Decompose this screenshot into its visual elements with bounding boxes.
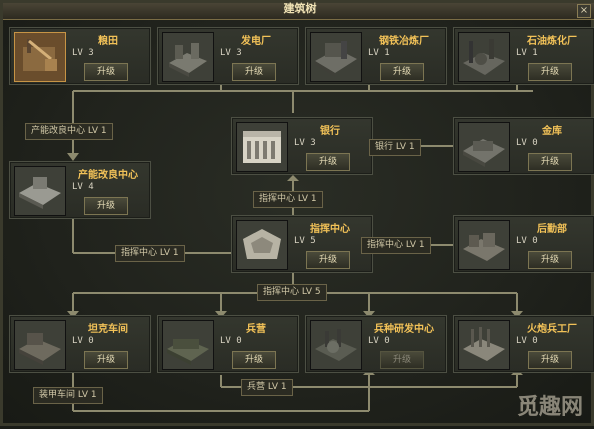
upgrade-button[interactable]: 升级: [306, 251, 350, 269]
building-card-command-center[interactable]: 指挥中心 LV 5 升级: [231, 215, 373, 273]
logistics-icon: [458, 220, 510, 270]
building-tree-window: 建筑树 × 粮田 LV 3 升级 发电厂 LV 3 升级 钢铁冶炼厂 LV 1 …: [0, 0, 594, 426]
building-card-artillery-factory[interactable]: 火炮兵工厂 LV 0 升级: [453, 315, 594, 373]
steel-plant-icon: [310, 32, 362, 82]
bank-icon: [236, 122, 288, 172]
building-level: LV 3: [72, 48, 94, 58]
building-level: LV 3: [220, 48, 242, 58]
building-name: 兵营: [246, 324, 266, 335]
building-name: 火炮兵工厂: [527, 324, 577, 335]
upgrade-button[interactable]: 升级: [528, 63, 572, 81]
building-name: 产能改良中心: [78, 170, 138, 181]
watermark: 觅趣网: [516, 394, 583, 420]
building-name: 兵种研发中心: [374, 324, 434, 335]
building-name: 粮田: [98, 36, 118, 47]
productivity-center-icon: [14, 166, 66, 216]
building-card-bank[interactable]: 银行 LV 3 升级: [231, 117, 373, 175]
vault-icon: [458, 122, 510, 172]
building-name: 石油炼化厂: [527, 36, 577, 47]
requirement-label: 指挥中心 LV 1: [115, 245, 185, 262]
upgrade-button[interactable]: 升级: [380, 63, 424, 81]
building-card-research-center[interactable]: 兵种研发中心 LV 0 升级: [305, 315, 447, 373]
upgrade-button[interactable]: 升级: [528, 153, 572, 171]
upgrade-button[interactable]: 升级: [232, 351, 276, 369]
building-level: LV 0: [368, 336, 390, 346]
barracks-icon: [162, 320, 214, 370]
requirement-label: 银行 LV 1: [369, 139, 421, 156]
upgrade-button[interactable]: 升级: [84, 197, 128, 215]
building-card-granary[interactable]: 粮田 LV 3 升级: [9, 27, 151, 85]
requirement-label: 指挥中心 LV 1: [361, 237, 431, 254]
artillery-factory-icon: [458, 320, 510, 370]
upgrade-button[interactable]: 升级: [84, 63, 128, 81]
building-level: LV 0: [516, 336, 538, 346]
building-card-logistics[interactable]: 后勤部 LV 0 升级: [453, 215, 594, 273]
granary-icon: [14, 32, 66, 82]
upgrade-button[interactable]: 升级: [232, 63, 276, 81]
requirement-label: 指挥中心 LV 1: [253, 191, 323, 208]
upgrade-button[interactable]: 升级: [380, 351, 424, 369]
building-name: 发电厂: [241, 36, 271, 47]
building-name: 银行: [320, 126, 340, 137]
upgrade-button[interactable]: 升级: [84, 351, 128, 369]
oil-refinery-icon: [458, 32, 510, 82]
building-level: LV 1: [368, 48, 390, 58]
building-card-productivity-center[interactable]: 产能改良中心 LV 4 升级: [9, 161, 151, 219]
building-level: LV 3: [294, 138, 316, 148]
building-card-oil-refinery[interactable]: 石油炼化厂 LV 1 升级: [453, 27, 594, 85]
upgrade-button[interactable]: 升级: [528, 351, 572, 369]
building-card-barracks[interactable]: 兵营 LV 0 升级: [157, 315, 299, 373]
building-card-steel-plant[interactable]: 钢铁冶炼厂 LV 1 升级: [305, 27, 447, 85]
requirement-label: 产能改良中心 LV 1: [25, 123, 113, 140]
power-plant-icon: [162, 32, 214, 82]
requirement-label: 兵营 LV 1: [241, 379, 293, 396]
upgrade-button[interactable]: 升级: [306, 153, 350, 171]
building-level: LV 1: [516, 48, 538, 58]
building-level: LV 0: [220, 336, 242, 346]
building-level: LV 5: [294, 236, 316, 246]
requirement-label: 装甲车间 LV 1: [33, 387, 103, 404]
building-level: LV 4: [72, 182, 94, 192]
building-name: 金库: [542, 126, 562, 137]
building-name: 后勤部: [537, 224, 567, 235]
building-level: LV 0: [72, 336, 94, 346]
upgrade-button[interactable]: 升级: [528, 251, 572, 269]
research-center-icon: [310, 320, 362, 370]
tank-workshop-icon: [14, 320, 66, 370]
building-level: LV 0: [516, 236, 538, 246]
requirement-label: 指挥中心 LV 5: [257, 284, 327, 301]
building-name: 坦克车间: [88, 324, 128, 335]
building-level: LV 0: [516, 138, 538, 148]
building-card-vault[interactable]: 金库 LV 0 升级: [453, 117, 594, 175]
building-name: 指挥中心: [310, 224, 350, 235]
building-card-power-plant[interactable]: 发电厂 LV 3 升级: [157, 27, 299, 85]
building-card-tank-workshop[interactable]: 坦克车间 LV 0 升级: [9, 315, 151, 373]
command-center-icon: [236, 220, 288, 270]
building-name: 钢铁冶炼厂: [379, 36, 429, 47]
